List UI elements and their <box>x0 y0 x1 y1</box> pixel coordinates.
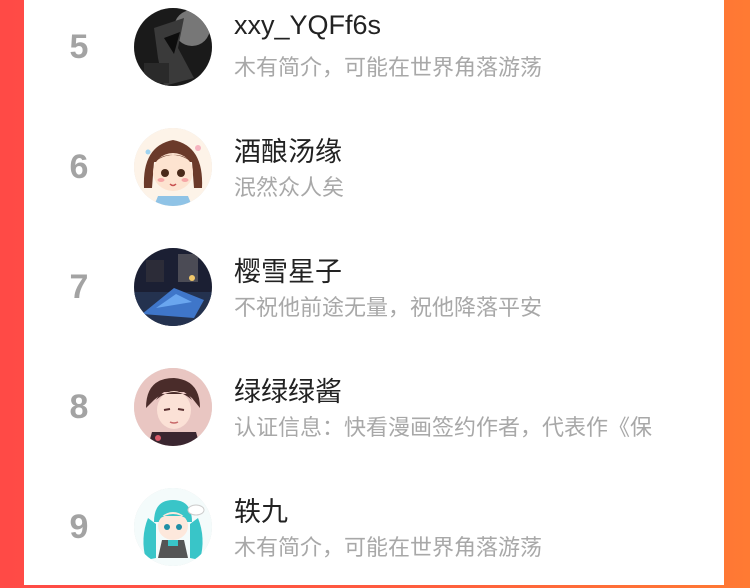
anime-boy-avatar[interactable] <box>134 368 212 446</box>
user-name[interactable]: 轶九 <box>234 490 288 529</box>
miku-chibi-avatar[interactable] <box>134 488 212 566</box>
list-item[interactable]: 5 xxy_YQFf6s 木有简介，可能在世界角落游荡 <box>24 0 724 108</box>
user-name[interactable]: 酒酿汤缘 <box>234 130 342 169</box>
list-item[interactable]: 6 酒酿汤缘 泯然众人矣 <box>24 108 724 228</box>
rank-number: 7 <box>69 268 89 306</box>
list-item[interactable]: 9 轶九 木有简介，可能在世界角落游荡 <box>24 468 724 588</box>
user-name[interactable]: xxy_YQFf6s <box>234 10 381 41</box>
anime-girl-avatar[interactable] <box>134 128 212 206</box>
rank-number: 5 <box>69 28 89 66</box>
list-item[interactable]: 7 樱雪星子 不祝他前途无量，祝他降落平安 <box>24 228 724 348</box>
user-bio: 泯然众人矣 <box>234 175 345 200</box>
rank-number: 8 <box>69 388 89 426</box>
user-bio: 木有简介，可能在世界角落游荡 <box>234 535 543 560</box>
dark-figure-avatar[interactable] <box>134 8 212 86</box>
ranking-list: 5 xxy_YQFf6s 木有简介，可能在世界角落游荡 6 酒酿汤缘 泯然众人矣… <box>24 0 724 585</box>
user-bio: 不祝他前途无量，祝他降落平安 <box>234 295 543 320</box>
rank-number: 6 <box>69 148 89 186</box>
user-bio: 木有简介，可能在世界角落游荡 <box>234 55 543 80</box>
user-bio: 认证信息：快看漫画签约作者，代表作《保 <box>234 415 653 440</box>
user-name[interactable]: 樱雪星子 <box>234 250 342 289</box>
rank-number: 9 <box>69 508 89 546</box>
user-name[interactable]: 绿绿绿酱 <box>234 370 342 409</box>
list-item[interactable]: 8 绿绿绿酱 认证信息：快看漫画签约作者，代表作《保 <box>24 348 724 468</box>
night-scene-avatar[interactable] <box>134 248 212 326</box>
